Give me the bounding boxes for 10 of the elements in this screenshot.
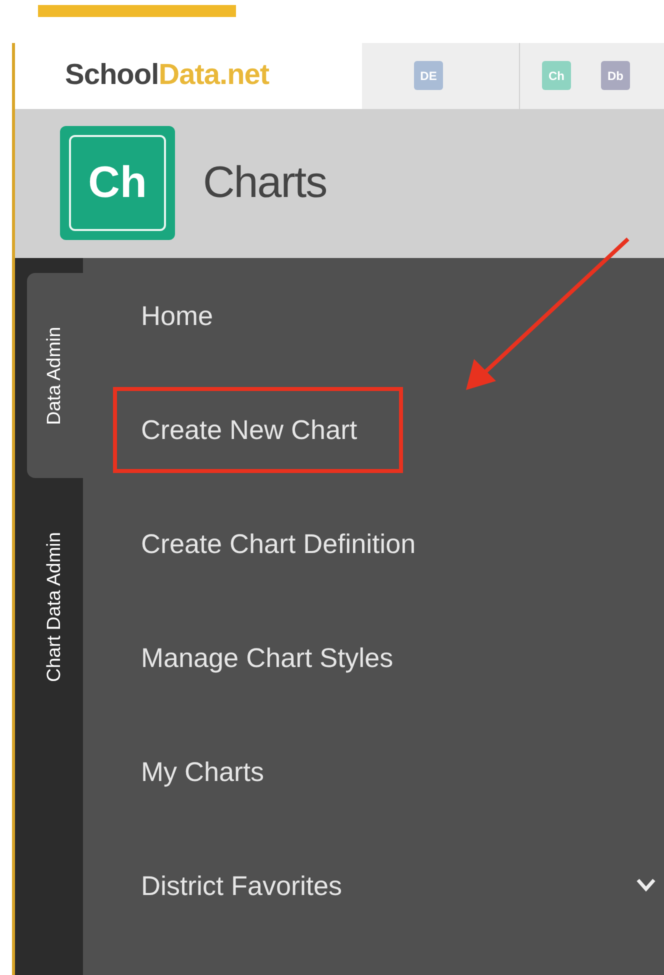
app-title: Charts — [203, 158, 327, 208]
menu-item[interactable]: Home — [141, 296, 214, 336]
menu-item[interactable]: District Favorites — [141, 866, 342, 906]
menu-item[interactable]: Manage Chart Styles — [141, 638, 394, 678]
menu-item[interactable]: Create Chart Definition — [141, 524, 416, 564]
app-icon: Ch — [60, 126, 175, 240]
side-tab[interactable]: Chart Data Admin — [27, 482, 83, 732]
menu-item[interactable]: My Charts — [141, 752, 264, 792]
chevron-down-icon[interactable] — [636, 878, 656, 892]
side-tab[interactable]: Data Admin — [27, 273, 83, 478]
